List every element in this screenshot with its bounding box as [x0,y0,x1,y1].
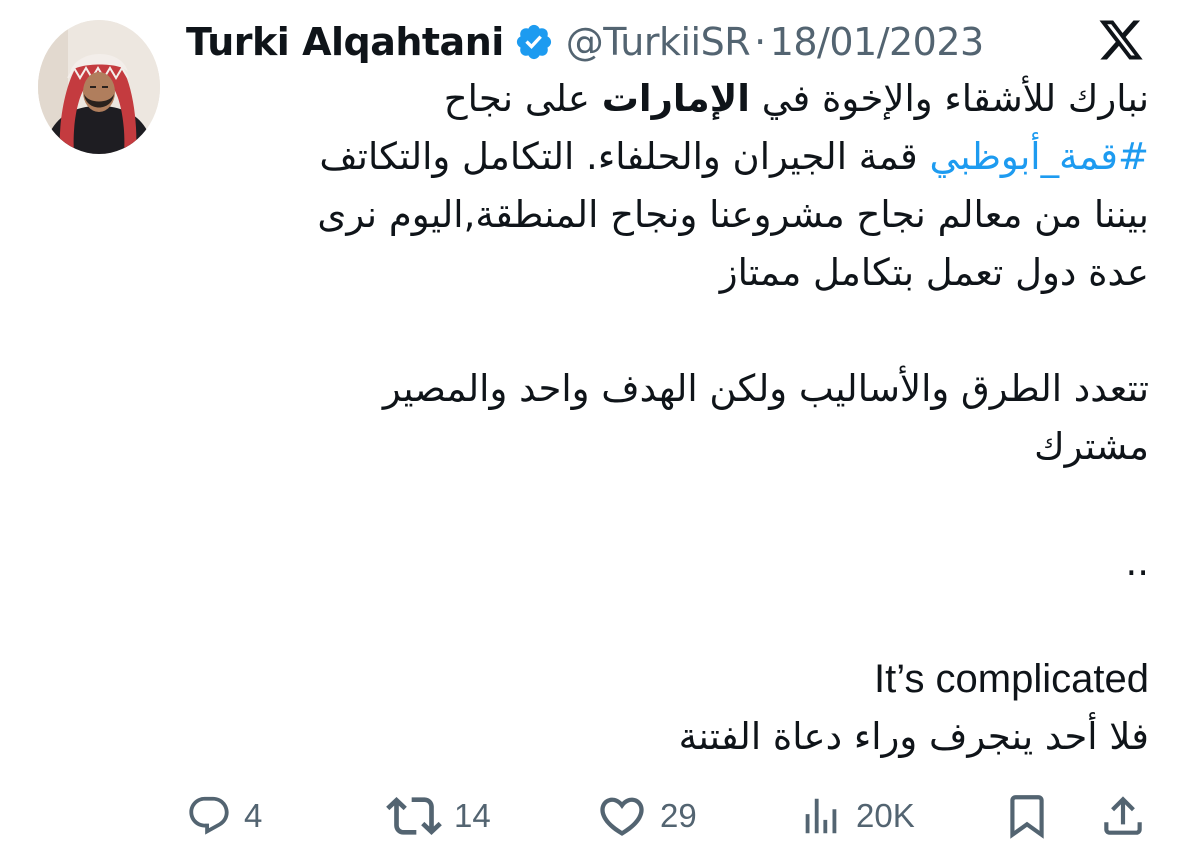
tweet-card: Turki Alqahtani @TurkiiSR · 18/01/2023 ن… [0,0,1179,868]
tweet-line: بيننا من معالم نجاح مشروعنا ونجاح المنطق… [317,193,1149,236]
x-logo-icon[interactable] [1096,16,1146,64]
tweet-line: تتعدد الطرق والأساليب ولكن الهدف واحد وا… [382,367,1149,410]
tweet-date[interactable]: 18/01/2023 [770,20,985,64]
repost-button[interactable]: 14 [386,788,491,844]
views-chart-icon [805,798,837,834]
heart-icon [600,797,644,836]
like-button[interactable]: 29 [596,788,697,844]
reply-icon [189,796,229,835]
tweet-text: نبارك للأشقاء والإخوة في الإمارات على نج… [186,70,1149,766]
tweet-line: فلا أحد ينجرف وراء دعاة الفتنة [678,715,1149,758]
verified-badge-icon [514,22,554,62]
text-fragment: نبارك للأشقاء والإخوة في [749,77,1149,120]
tweet-line-english: It’s complicated [874,657,1149,701]
repost-icon [386,797,442,835]
repost-count: 14 [454,797,491,834]
tweet-header: Turki Alqahtani @TurkiiSR · 18/01/2023 [186,14,984,70]
bold-text: الإمارات [601,77,750,120]
reply-count: 4 [244,797,263,834]
views-count: 20K [856,797,915,834]
reply-button[interactable]: 4 [186,788,262,844]
hashtag-link[interactable]: #قمة_أبوظبي [929,135,1149,178]
avatar[interactable] [38,20,160,154]
share-icon [1104,796,1142,835]
text-fragment: على نجاح [443,77,602,120]
views-button[interactable]: 20K [798,788,915,844]
tweet-line: مشترك [1034,425,1149,468]
separator-dot: · [754,20,766,64]
tweet-line: #قمة_أبوظبي قمة الجيران والحلفاء. التكام… [186,128,1149,186]
author-display-name[interactable]: Turki Alqahtani [186,20,504,64]
text-fragment: قمة الجيران والحلفاء. التكامل والتكاتف [319,135,930,178]
tweet-line: عدة دول تعمل بتكامل ممتاز [719,251,1149,294]
tweet-line: نبارك للأشقاء والإخوة في الإمارات على نج… [186,70,1149,128]
share-button[interactable] [1098,788,1148,844]
tweet-line: .. [1125,541,1149,584]
action-bar: 4 14 29 20K [186,788,1148,844]
author-handle[interactable]: @TurkiiSR [566,20,751,64]
avatar-photo [38,20,160,154]
bookmark-button[interactable] [1002,788,1052,844]
like-count: 29 [660,797,697,834]
bookmark-icon [1010,795,1044,839]
